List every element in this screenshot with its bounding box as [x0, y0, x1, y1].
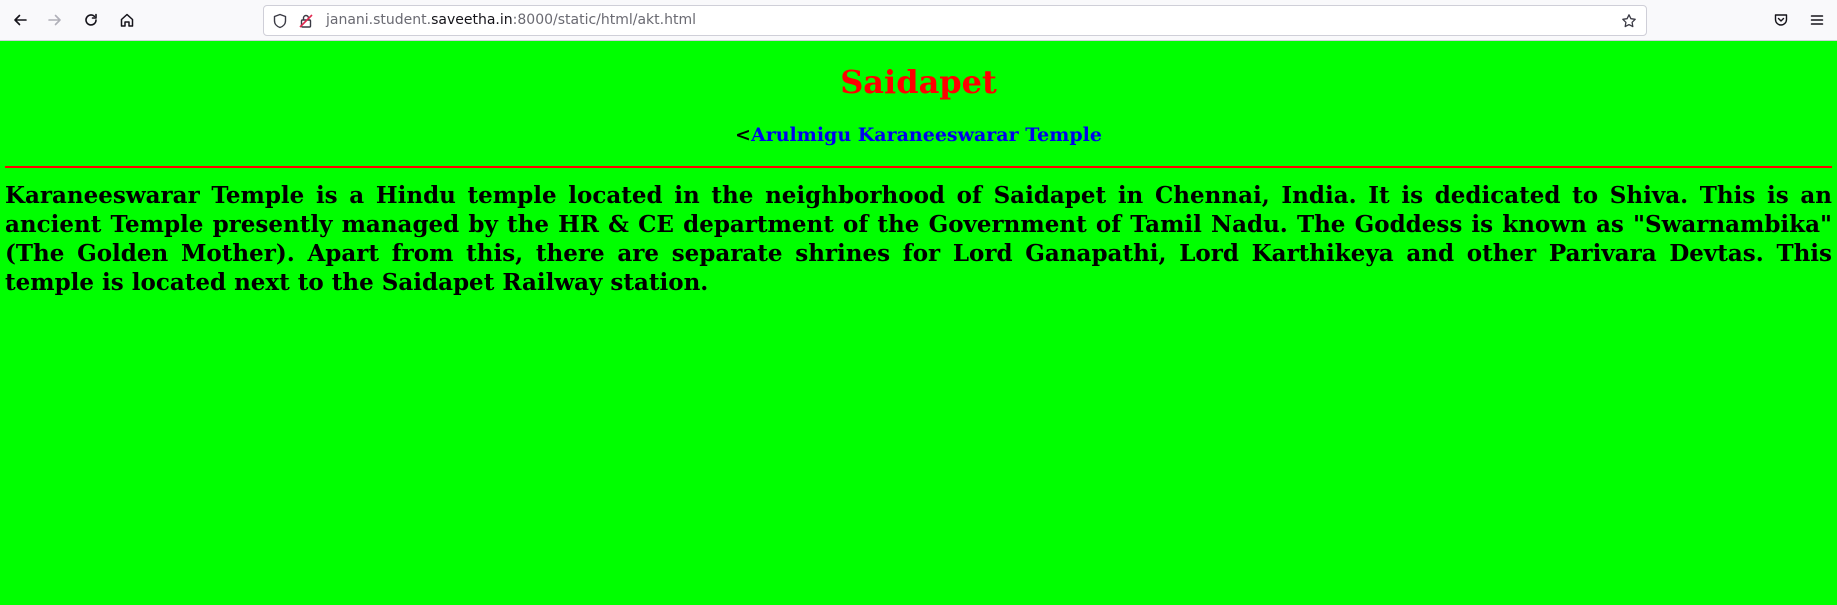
url-domain: saveetha.in — [431, 12, 513, 28]
home-icon[interactable] — [115, 8, 139, 32]
browser-toolbar: janani.student.saveetha.in:8000/static/h… — [0, 0, 1837, 41]
address-bar[interactable]: janani.student.saveetha.in:8000/static/h… — [263, 5, 1647, 36]
divider — [5, 166, 1832, 168]
back-arrow-icon[interactable] — [8, 8, 32, 32]
page-content: Saidapet <Arulmigu Karaneeswarar Temple … — [0, 41, 1837, 605]
hamburger-menu-icon[interactable] — [1805, 8, 1829, 32]
temple-back-link[interactable]: Arulmigu Karaneeswarar Temple — [751, 124, 1102, 146]
forward-arrow-icon[interactable] — [43, 8, 67, 32]
pocket-icon[interactable] — [1769, 8, 1793, 32]
temple-description: Karaneeswarar Temple is a Hindu temple l… — [5, 182, 1832, 296]
page-info-icon[interactable] — [297, 12, 315, 30]
reload-icon[interactable] — [79, 8, 103, 32]
back-link-line: <Arulmigu Karaneeswarar Temple — [0, 122, 1837, 148]
star-icon[interactable] — [1620, 12, 1638, 30]
shield-icon[interactable] — [271, 12, 289, 30]
url-suffix: :8000/static/html/akt.html — [512, 12, 696, 28]
page-title: Saidapet — [840, 63, 997, 101]
url-prefix: janani.student. — [326, 12, 432, 28]
url-text[interactable]: janani.student.saveetha.in:8000/static/h… — [326, 6, 696, 35]
back-link-prefix: < — [735, 124, 751, 146]
